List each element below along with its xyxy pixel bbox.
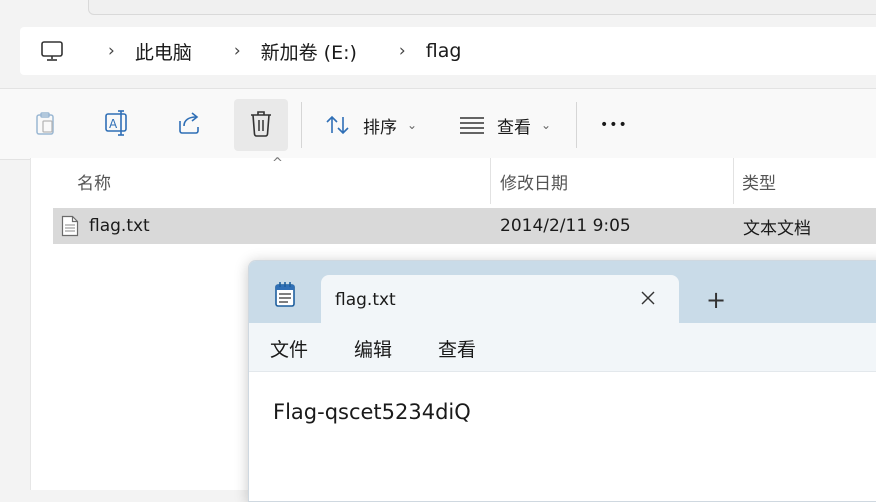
- previous-window-edge: [88, 0, 876, 15]
- text-file-icon: [61, 208, 79, 244]
- share-icon: [175, 109, 203, 141]
- breadcrumb-separator[interactable]: ›: [108, 41, 115, 61]
- toolbar-divider: [301, 102, 302, 148]
- breadcrumb-item-flag[interactable]: flag: [426, 40, 462, 62]
- sort-label: 排序: [363, 117, 397, 138]
- rename-button[interactable]: A: [90, 99, 144, 151]
- notepad-icon: [273, 281, 297, 307]
- column-header-modified[interactable]: 修改日期: [500, 158, 568, 204]
- sort-button[interactable]: 排序 ⌄: [325, 111, 417, 139]
- new-tab-button[interactable]: +: [701, 285, 731, 315]
- breadcrumb[interactable]: › 此电脑 › 新加卷 (E:) › flag: [20, 27, 876, 75]
- view-label: 查看: [497, 117, 531, 138]
- more-options-button[interactable]: •••: [600, 111, 628, 139]
- chevron-down-icon: ⌄: [541, 118, 552, 132]
- chevron-down-icon: ⌄: [407, 118, 418, 132]
- tab-title: flag.txt: [335, 290, 396, 310]
- notepad-menubar: 文件 编辑 查看: [249, 323, 876, 372]
- toolbar-divider: [576, 102, 577, 148]
- column-header-name[interactable]: 名称: [77, 158, 111, 204]
- view-list-icon: [459, 115, 485, 135]
- close-tab-icon[interactable]: [635, 285, 661, 311]
- sort-ascending-icon: ^: [272, 156, 283, 171]
- file-modified: 2014/2/11 9:05: [500, 216, 631, 236]
- navigation-pane-edge: [30, 158, 31, 490]
- notepad-titlebar[interactable]: flag.txt +: [249, 261, 876, 323]
- paste-button[interactable]: [18, 99, 72, 151]
- breadcrumb-item-this-pc[interactable]: 此电脑: [135, 38, 192, 65]
- rename-icon: A: [103, 109, 131, 141]
- command-toolbar: A 排序 ⌄ 查看 ⌄ •••: [0, 88, 876, 160]
- notepad-window: flag.txt + 文件 编辑 查看 Flag-qscet5234diQ: [248, 260, 876, 502]
- file-type: 文本文档: [743, 218, 811, 239]
- paste-icon: [32, 110, 58, 140]
- breadcrumb-item-drive-e[interactable]: 新加卷 (E:): [261, 38, 357, 65]
- menu-edit[interactable]: 编辑: [354, 335, 392, 362]
- notepad-editor[interactable]: Flag-qscet5234diQ: [249, 372, 876, 501]
- table-row[interactable]: flag.txt 2014/2/11 9:05 文本文档: [53, 208, 876, 244]
- sort-icon: [325, 113, 351, 137]
- breadcrumb-separator[interactable]: ›: [234, 41, 241, 61]
- delete-button[interactable]: [234, 99, 288, 151]
- breadcrumb-separator[interactable]: ›: [399, 41, 406, 61]
- svg-text:A: A: [109, 117, 118, 131]
- column-divider[interactable]: [490, 158, 491, 204]
- document-text[interactable]: Flag-qscet5234diQ: [273, 400, 471, 424]
- file-name: flag.txt: [89, 216, 150, 236]
- column-divider[interactable]: [733, 158, 734, 204]
- trash-icon: [248, 109, 274, 141]
- column-header-type[interactable]: 类型: [742, 158, 776, 204]
- view-button[interactable]: 查看 ⌄: [459, 111, 551, 139]
- menu-file[interactable]: 文件: [270, 335, 308, 362]
- share-button[interactable]: [162, 99, 216, 151]
- tab-flag-txt[interactable]: flag.txt: [321, 275, 679, 323]
- computer-icon[interactable]: [40, 38, 66, 64]
- menu-view[interactable]: 查看: [438, 335, 476, 362]
